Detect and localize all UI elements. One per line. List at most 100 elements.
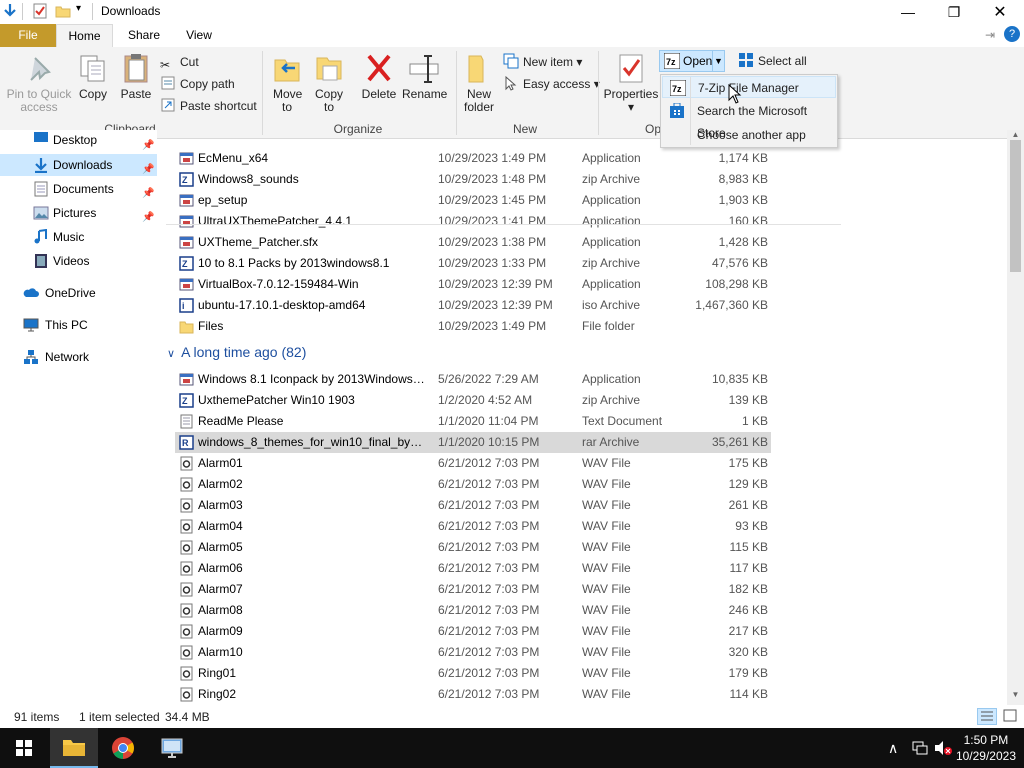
file-row[interactable]: Alarm10 6/21/2012 7:03 PM WAV File 320 KB	[175, 642, 771, 663]
file-date: 6/21/2012 7:03 PM	[438, 519, 540, 533]
file-row[interactable]: VirtualBox-7.0.12-159484-Win 10/29/2023 1…	[175, 274, 771, 295]
scroll-up-icon[interactable]: ▲	[1010, 130, 1021, 140]
menu-item-choose-app[interactable]: Choose another app	[662, 124, 836, 146]
show-hidden-icons-chevron-icon[interactable]: ∧	[888, 740, 898, 757]
onedrive-cloud-icon	[23, 288, 39, 297]
nav-item-this-pc[interactable]: This PC	[0, 314, 157, 336]
file-type: WAV File	[582, 456, 631, 470]
network-tray-icon[interactable]	[912, 740, 928, 756]
copy-path-button[interactable]: Copy path	[160, 74, 235, 94]
open-dropdown-chevron-icon[interactable]: ▼	[712, 51, 724, 71]
file-row[interactable]: Z Windows8_sounds 10/29/2023 1:48 PM zip Ar…	[175, 169, 771, 190]
file-row[interactable]: Alarm09 6/21/2012 7:03 PM WAV File 217 KB	[175, 621, 771, 642]
file-type: WAV File	[582, 666, 631, 680]
nav-item-pictures[interactable]: Pictures 📌	[0, 202, 157, 224]
system-clock[interactable]: 1:50 PM 10/29/2023	[956, 732, 1016, 764]
file-row[interactable]: EcMenu_x64 10/29/2023 1:49 PM Application 1…	[175, 148, 771, 169]
file-row[interactable]: Alarm03 6/21/2012 7:03 PM WAV File 261 KB	[175, 495, 771, 516]
file-name: Alarm03	[198, 498, 243, 512]
delete-button[interactable]: Delete	[358, 52, 400, 101]
file-row[interactable]: Alarm06 6/21/2012 7:03 PM WAV File 117 KB	[175, 558, 771, 579]
download-arrow-icon[interactable]	[2, 3, 18, 19]
menu-item-store[interactable]: Search the Microsoft Store	[662, 100, 836, 140]
minimize-button[interactable]: —	[885, 0, 931, 24]
file-row[interactable]: i ubuntu-17.10.1-desktop-amd64 10/29/2023 …	[175, 295, 771, 316]
nav-item-desktop[interactable]: Desktop 📌	[0, 130, 157, 152]
audio-file-icon	[180, 498, 193, 513]
file-name: EcMenu_x64	[198, 151, 269, 165]
paste-shortcut-button[interactable]: Paste shortcut	[160, 96, 257, 116]
new-folder-quick-icon[interactable]	[55, 3, 71, 19]
properties-button[interactable]: Properties ▾	[603, 52, 659, 114]
menu-item-7zip[interactable]: 7z 7-Zip File Manager	[662, 76, 836, 98]
copy-button[interactable]: Copy	[76, 52, 110, 101]
file-size: 8,983 KB	[718, 172, 768, 186]
paste-button[interactable]: Paste	[118, 52, 154, 101]
help-icon[interactable]: ?	[1004, 26, 1020, 42]
file-row[interactable]: ep_setup 10/29/2023 1:45 PM Application 1,9…	[175, 190, 771, 211]
customize-qat-icon[interactable]: ▾	[76, 3, 81, 14]
nav-item-music[interactable]: Music	[0, 226, 157, 248]
computer-icon	[23, 318, 39, 332]
file-row[interactable]: Alarm01 6/21/2012 7:03 PM WAV File 175 KB	[175, 453, 771, 474]
file-size: 1,903 KB	[718, 193, 768, 207]
rename-button[interactable]: Rename	[402, 52, 447, 101]
file-row[interactable]: Alarm07 6/21/2012 7:03 PM WAV File 182 KB	[175, 579, 771, 600]
pin-ribbon-icon[interactable]: ⇥	[985, 28, 995, 42]
file-row[interactable]: Files 10/29/2023 1:49 PM File folder	[175, 316, 771, 337]
group-header[interactable]: ∨ A long time ago (82)	[167, 344, 306, 360]
tab-home[interactable]: Home	[56, 24, 113, 47]
tab-file[interactable]: File	[0, 24, 56, 47]
tab-share[interactable]: Share	[122, 24, 166, 47]
scroll-down-icon[interactable]: ▼	[1010, 690, 1021, 700]
nav-item-documents[interactable]: Documents 📌	[0, 178, 157, 200]
file-row[interactable]: Ring01 6/21/2012 7:03 PM WAV File 179 KB	[175, 663, 771, 684]
properties-check-icon[interactable]	[32, 3, 48, 19]
file-row[interactable]: Alarm04 6/21/2012 7:03 PM WAV File 93 KB	[175, 516, 771, 537]
nav-item-downloads[interactable]: Downloads 📌	[0, 154, 157, 176]
cut-button[interactable]: ✂ Cut	[160, 52, 199, 72]
file-row[interactable]: Windows 8.1 Iconpack by 2013Windows8.1 5/…	[175, 369, 771, 390]
file-row[interactable]: Alarm05 6/21/2012 7:03 PM WAV File 115 KB	[175, 537, 771, 558]
nav-item-onedrive[interactable]: OneDrive	[0, 282, 157, 304]
pin-to-quick-access-button[interactable]: Pin to Quick access	[4, 52, 74, 114]
easy-access-button[interactable]: Easy access ▾	[503, 74, 600, 94]
file-row[interactable]: Alarm02 6/21/2012 7:03 PM WAV File 129 KB	[175, 474, 771, 495]
selected-count: 1 item selected	[79, 710, 160, 724]
tab-view[interactable]: View	[176, 24, 222, 47]
nav-item-videos[interactable]: Videos	[0, 250, 157, 272]
file-row[interactable]: Z 10 to 8.1 Packs by 2013windows8.1 10/29/…	[175, 253, 771, 274]
open-button[interactable]: 7z Open ▼	[659, 50, 725, 72]
easy-access-icon	[503, 75, 519, 91]
svg-text:Z: Z	[182, 396, 188, 406]
select-all-button[interactable]: Select all	[738, 51, 807, 71]
new-folder-button[interactable]: New folder	[460, 52, 498, 114]
file-row[interactable]: Rwindows_8_themes_for_win10_final_by_s..…	[175, 432, 771, 453]
taskbar-file-explorer[interactable]	[50, 728, 98, 768]
nav-item-network[interactable]: Network	[0, 346, 157, 368]
maximize-button[interactable]: ❐	[931, 0, 977, 24]
ribbon-separator	[456, 51, 457, 135]
move-to-button[interactable]: Move to	[268, 52, 306, 114]
file-name: Alarm10	[198, 645, 243, 659]
large-icons-view-icon[interactable]	[1001, 708, 1021, 725]
file-row[interactable]: UltraUXThemePatcher_4.4.1 10/29/2023 1:41…	[175, 211, 771, 232]
close-button[interactable]: ✕	[977, 0, 1023, 24]
copy-to-button[interactable]: Copy to	[310, 52, 348, 114]
file-row[interactable]: Ring02 6/21/2012 7:03 PM WAV File 114 KB	[175, 684, 771, 705]
file-row[interactable]: UXTheme_Patcher.sfx 10/29/2023 1:38 PM App…	[175, 232, 771, 253]
details-view-icon[interactable]	[977, 708, 997, 725]
file-row[interactable]: Z UxthemePatcher Win10 1903 1/2/2020 4:52 …	[175, 390, 771, 411]
file-row[interactable]: Alarm08 6/21/2012 7:03 PM WAV File 246 KB	[175, 600, 771, 621]
taskbar-chrome[interactable]	[99, 728, 147, 768]
start-button[interactable]	[0, 728, 48, 768]
new-item-button[interactable]: New item ▾	[503, 52, 582, 72]
delete-x-icon	[363, 52, 395, 84]
taskbar-control-panel[interactable]	[148, 728, 196, 768]
vertical-scrollbar[interactable]: ▲ ▼	[1007, 130, 1024, 705]
file-date: 6/21/2012 7:03 PM	[438, 687, 540, 701]
scrollbar-thumb[interactable]	[1010, 140, 1021, 272]
folder-icon	[179, 321, 194, 334]
volume-muted-icon[interactable]	[934, 740, 952, 756]
file-row[interactable]: ReadMe Please 1/1/2020 11:04 PM Text Docum…	[175, 411, 771, 432]
